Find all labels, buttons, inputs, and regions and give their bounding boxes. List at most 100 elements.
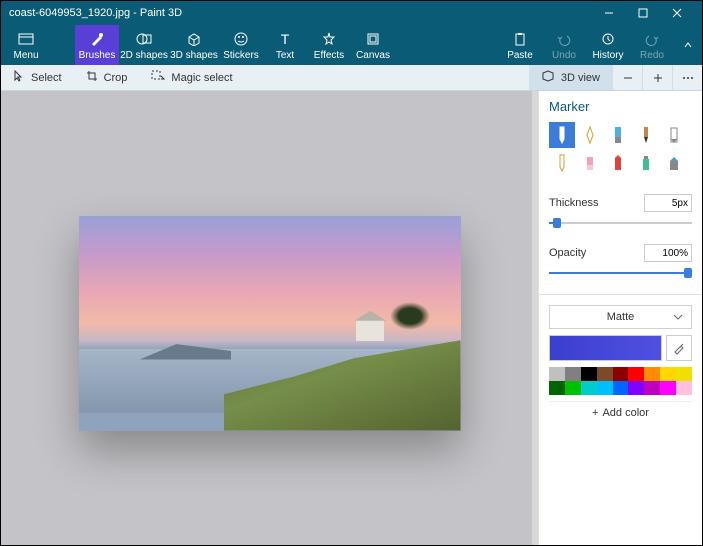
ribbon-brushes[interactable]: Brushes	[75, 25, 119, 65]
brush-pixel-pen[interactable]	[661, 122, 687, 148]
thickness-label: Thickness	[549, 197, 599, 209]
brush-crayon[interactable]	[605, 150, 631, 176]
crop-icon	[86, 70, 98, 85]
brush-oil-brush[interactable]	[605, 122, 631, 148]
redo-icon	[645, 30, 659, 48]
color-swatch[interactable]	[660, 381, 676, 395]
opacity-slider[interactable]	[549, 266, 692, 280]
sidebar-title: Marker	[549, 99, 692, 114]
ribbon-canvas[interactable]: Canvas	[351, 25, 395, 65]
opacity-label: Opacity	[549, 247, 586, 259]
ribbon: Menu Brushes 2D shapes 3D shapes Sticker…	[1, 25, 702, 65]
brush-grid	[549, 122, 692, 176]
canvas-area[interactable]	[1, 91, 538, 545]
magic-select-tool[interactable]: Magic select	[139, 65, 244, 90]
color-swatch[interactable]	[549, 367, 565, 381]
color-swatch[interactable]	[644, 381, 660, 395]
eyedropper-button[interactable]	[666, 335, 692, 361]
ribbon-label: Undo	[552, 50, 576, 61]
expand-ribbon-button[interactable]	[674, 25, 702, 65]
material-label: Matte	[607, 311, 635, 323]
ribbon-label: Effects	[314, 50, 344, 61]
material-select[interactable]: Matte	[549, 305, 692, 329]
canvas-icon	[366, 30, 380, 48]
magic-select-icon	[151, 70, 165, 85]
ribbon-redo[interactable]: Redo	[630, 25, 674, 65]
menu-label: Menu	[13, 50, 38, 61]
color-swatch[interactable]	[613, 381, 629, 395]
ribbon-stickers[interactable]: Stickers	[219, 25, 263, 65]
menu-button[interactable]: Menu	[1, 25, 51, 65]
color-swatch[interactable]	[597, 367, 613, 381]
color-swatch[interactable]	[628, 367, 644, 381]
ribbon-label: Paste	[507, 50, 533, 61]
title-bar: coast-6049953_1920.jpg - Paint 3D	[1, 1, 702, 25]
brush-pencil[interactable]	[549, 150, 575, 176]
canvas-image[interactable]	[79, 216, 461, 431]
add-color-button[interactable]: + Add color	[549, 401, 692, 423]
ribbon-paste[interactable]: Paste	[498, 25, 542, 65]
zoom-in-button[interactable]	[642, 65, 672, 90]
thickness-slider[interactable]	[549, 216, 692, 230]
color-swatch[interactable]	[565, 367, 581, 381]
cursor-icon	[13, 70, 25, 85]
brush-spray-can[interactable]	[633, 150, 659, 176]
color-swatch[interactable]	[644, 367, 660, 381]
ribbon-text[interactable]: T Text	[263, 25, 307, 65]
brush-fill[interactable]	[661, 150, 687, 176]
ribbon-label: Text	[276, 50, 294, 61]
tool-label: Crop	[104, 72, 128, 84]
thickness-row: Thickness	[549, 194, 692, 212]
color-swatch[interactable]	[549, 381, 565, 395]
maximize-button[interactable]	[626, 1, 660, 25]
more-options-button[interactable]	[672, 65, 702, 90]
tool-label: Magic select	[171, 72, 232, 84]
current-color[interactable]	[549, 335, 662, 361]
canvas-scrollbar[interactable]	[532, 91, 538, 545]
color-swatch[interactable]	[613, 367, 629, 381]
zoom-out-button[interactable]	[612, 65, 642, 90]
window-title: coast-6049953_1920.jpg - Paint 3D	[9, 7, 592, 19]
color-swatch[interactable]	[597, 381, 613, 395]
ribbon-label: 3D shapes	[170, 50, 218, 61]
opacity-input[interactable]	[644, 244, 692, 262]
color-swatch[interactable]	[628, 381, 644, 395]
color-swatch[interactable]	[660, 367, 676, 381]
ribbon-effects[interactable]: Effects	[307, 25, 351, 65]
color-swatch[interactable]	[676, 367, 692, 381]
undo-icon	[557, 30, 571, 48]
ribbon-2d-shapes[interactable]: 2D shapes	[119, 25, 169, 65]
svg-text:T: T	[281, 32, 290, 46]
ribbon-label: History	[592, 50, 623, 61]
select-tool[interactable]: Select	[1, 65, 74, 90]
plus-icon: +	[592, 407, 598, 419]
thickness-input[interactable]	[644, 194, 692, 212]
brush-calligraphy-pen[interactable]	[577, 122, 603, 148]
tool-label: Select	[31, 72, 62, 84]
sidebar: Marker Thickness Opacity	[538, 91, 702, 545]
image-tree	[390, 302, 430, 330]
ribbon-label: Redo	[640, 50, 664, 61]
crop-tool[interactable]: Crop	[74, 65, 140, 90]
divider	[539, 294, 702, 295]
ribbon-history[interactable]: History	[586, 25, 630, 65]
chevron-down-icon	[673, 311, 683, 323]
image-house	[356, 319, 384, 341]
3d-view-toggle[interactable]: 3D view	[529, 65, 612, 90]
ribbon-3d-shapes[interactable]: 3D shapes	[169, 25, 219, 65]
color-swatch[interactable]	[676, 381, 692, 395]
brush-marker[interactable]	[549, 122, 575, 148]
toolbar: Select Crop Magic select 3D view	[1, 65, 702, 91]
color-swatch[interactable]	[581, 367, 597, 381]
text-icon: T	[278, 30, 292, 48]
history-icon	[601, 30, 615, 48]
ribbon-undo[interactable]: Undo	[542, 25, 586, 65]
color-swatch[interactable]	[581, 381, 597, 395]
color-swatch[interactable]	[565, 381, 581, 395]
2d-shapes-icon	[136, 30, 152, 48]
minimize-button[interactable]	[592, 1, 626, 25]
brush-eraser[interactable]	[577, 150, 603, 176]
brush-watercolor[interactable]	[633, 122, 659, 148]
close-button[interactable]	[660, 1, 694, 25]
opacity-row: Opacity	[549, 244, 692, 262]
